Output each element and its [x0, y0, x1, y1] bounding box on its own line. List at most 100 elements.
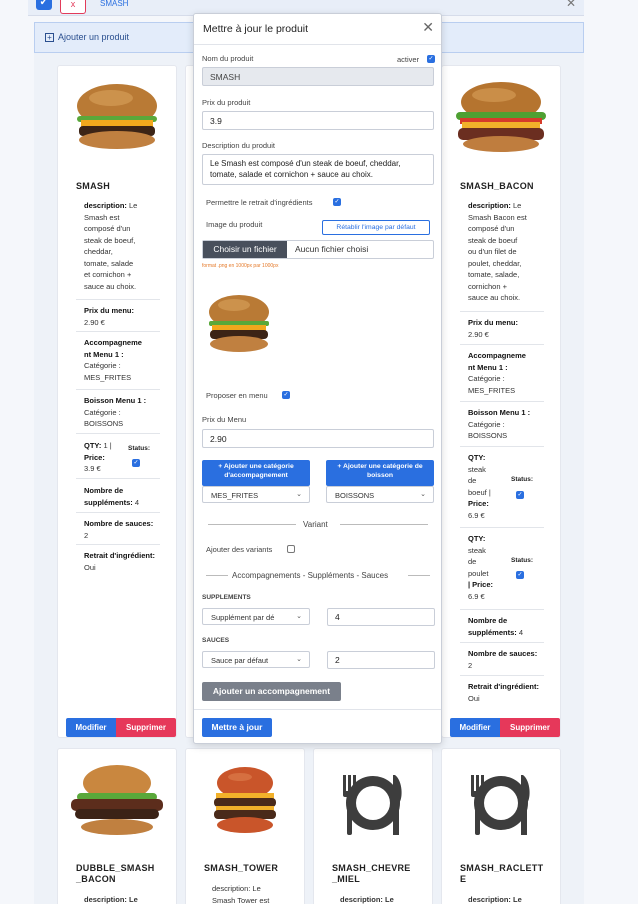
add-drink-category-button[interactable]: + Ajouter une catégorie de boisson [326, 460, 434, 486]
sauces-label: SAUCES [202, 637, 230, 644]
add-side-category-button[interactable]: + Ajouter une catégorie d'accompagnement [202, 460, 310, 486]
save-button[interactable]: Mettre à jour [202, 718, 272, 737]
sides-separator: Accompagnements - Suppléments - Sauces [232, 571, 389, 580]
variants-checkbox[interactable] [287, 545, 295, 553]
add-variants-label: Ajouter des variants [206, 545, 273, 554]
file-input[interactable]: Choisir un fichier Aucun fichier choisi [202, 240, 434, 259]
side-category-select[interactable]: MES_FRITES ⌄ [202, 486, 310, 503]
delete-button[interactable]: Supprimer [116, 718, 176, 737]
edit-button[interactable]: Modifier [450, 718, 500, 737]
burger-image [214, 767, 276, 833]
supplements-label: SUPPLEMENTS [202, 594, 251, 601]
card-retrait: Retrait d'ingrédient: Oui [84, 551, 155, 572]
variant-separator: Variant [303, 520, 328, 529]
card-retrait: Retrait d'ingrédient: Oui [468, 682, 539, 703]
card-side-menu: Accompagneme nt Menu 1 : Catégorie : MES_F… [84, 338, 142, 382]
card-description: description: Le Smash Bacon est composé … [468, 201, 527, 302]
edit-button[interactable]: Modifier [66, 718, 116, 737]
status-checkbox[interactable]: ✓ [132, 459, 140, 467]
card-name: SMASH_RACLETT E [460, 863, 544, 884]
product-card-smash-tower: SMASH_TOWER description: Le Smash Tower e… [185, 748, 305, 904]
description-label: Description du produit [202, 141, 275, 150]
card-drink-menu: Boisson Menu 1 : Catégorie : BOISSONS [468, 408, 531, 440]
card-drink-menu: Boisson Menu 1 : Catégorie : BOISSONS [84, 396, 147, 428]
status-checkbox[interactable]: ✓ [516, 571, 524, 579]
product-card-smash-bacon: SMASH_BACON description: Le Smash Bacon … [441, 65, 561, 738]
product-card-dubble-smash-bacon: DUBBLE_SMASH _BACON description: Le [57, 748, 177, 904]
retrait-label: Permettre le retrait d'ingrédients [206, 198, 313, 207]
divider [460, 401, 544, 402]
update-product-modal: Mettre à jour le produit ✕ Nom du produi… [193, 13, 442, 744]
burger-image [209, 295, 269, 352]
card-name: SMASH_CHEVRE _MIEL [332, 863, 411, 884]
divider [194, 709, 441, 710]
status-label: Status: [511, 557, 534, 564]
divider [460, 311, 544, 312]
card-description: description: Le [84, 895, 138, 904]
supplements-count[interactable]: 4 [327, 608, 435, 626]
burger-image [71, 765, 163, 835]
delete-button[interactable]: Supprimer [500, 718, 560, 737]
divider [460, 344, 544, 345]
status-label: Status: [511, 476, 534, 483]
divider [460, 609, 544, 610]
burger-image [77, 84, 157, 149]
supplements-select[interactable]: Supplément par dé ⌄ [202, 608, 310, 625]
product-card-smash-chevre-miel: SMASH_CHEVRE _MIEL description: Le [313, 748, 433, 904]
plus-icon: + [45, 32, 54, 42]
sauces-count[interactable]: 2 [327, 651, 435, 669]
divider [76, 478, 160, 479]
divider [460, 675, 544, 676]
card-description: description: Le [468, 895, 522, 904]
card-side-menu: Accompagneme nt Menu 1 : Catégorie : MES_F… [468, 351, 526, 395]
modal-title: Mettre à jour le produit [203, 23, 309, 35]
divider [460, 446, 544, 447]
card-menu-price: Prix du menu: 2.90 € [84, 306, 135, 327]
sauces-select[interactable]: Sauce par défaut ⌄ [202, 651, 310, 668]
card-name: SMASH [76, 181, 111, 191]
name-label: Nom du produit [202, 54, 254, 63]
card-description: description: Le Smash est composé d'un s… [84, 201, 138, 291]
retrait-checkbox[interactable]: ✓ [333, 198, 341, 206]
card-description: description: Le Smash Tower est [212, 884, 270, 904]
price-field[interactable]: 3.9 [202, 111, 434, 130]
name-field: SMASH [202, 67, 434, 86]
top-item-name[interactable]: SMASH [100, 0, 128, 8]
card-name: SMASH_BACON [460, 181, 534, 191]
description-field[interactable]: Le Smash est composé d'un steak de boeuf… [202, 154, 434, 185]
divider [76, 433, 160, 434]
card-description: description: Le [340, 895, 394, 904]
chevron-down-icon: ⌄ [296, 656, 302, 663]
menu-label: Proposer en menu [206, 391, 268, 400]
card-qty-chicken: QTY: steak de poulet | Price: 6.9 € [468, 534, 494, 601]
chevron-down-icon: ⌄ [296, 491, 302, 498]
divider [76, 544, 160, 545]
divider [206, 575, 228, 576]
chevron-down-icon: ⌄ [296, 613, 302, 620]
active-checkbox[interactable]: ✓ [427, 55, 435, 63]
status-checkbox[interactable]: ✓ [516, 491, 524, 499]
card-sauces: Nombre de sauces: 2 [468, 649, 538, 670]
choose-file-button[interactable]: Choisir un fichier [203, 241, 287, 258]
add-side-button[interactable]: Ajouter un accompagnement [202, 682, 341, 701]
close-icon[interactable]: ✕ [566, 0, 576, 10]
product-card-smash: SMASH description: Le Smash est composé … [57, 65, 177, 738]
reset-image-button[interactable]: Rétablir l'image par défaut [322, 220, 430, 235]
add-product-label: Ajouter un produit [58, 32, 130, 42]
card-qty-price: QTY: 1 | Price: 3.9 € [84, 441, 112, 473]
burger-image [456, 82, 546, 152]
close-icon[interactable]: ✕ [422, 20, 434, 34]
card-menu-price: Prix du menu: 2.90 € [468, 318, 519, 339]
cutlery-icon [471, 775, 530, 835]
divider [76, 512, 160, 513]
top-checkbox[interactable]: ✓ [36, 0, 52, 10]
top-remove-button[interactable]: x [60, 0, 86, 14]
price-label: Prix du produit [202, 98, 251, 107]
divider [408, 575, 430, 576]
card-name: SMASH_TOWER [204, 863, 279, 873]
menu-price-field[interactable]: 2.90 [202, 429, 434, 448]
add-product-button[interactable]: + Ajouter un produit [45, 32, 129, 42]
menu-checkbox[interactable]: ✓ [282, 391, 290, 399]
active-label: activer [397, 55, 420, 64]
drink-category-select[interactable]: BOISSONS ⌄ [326, 486, 434, 503]
